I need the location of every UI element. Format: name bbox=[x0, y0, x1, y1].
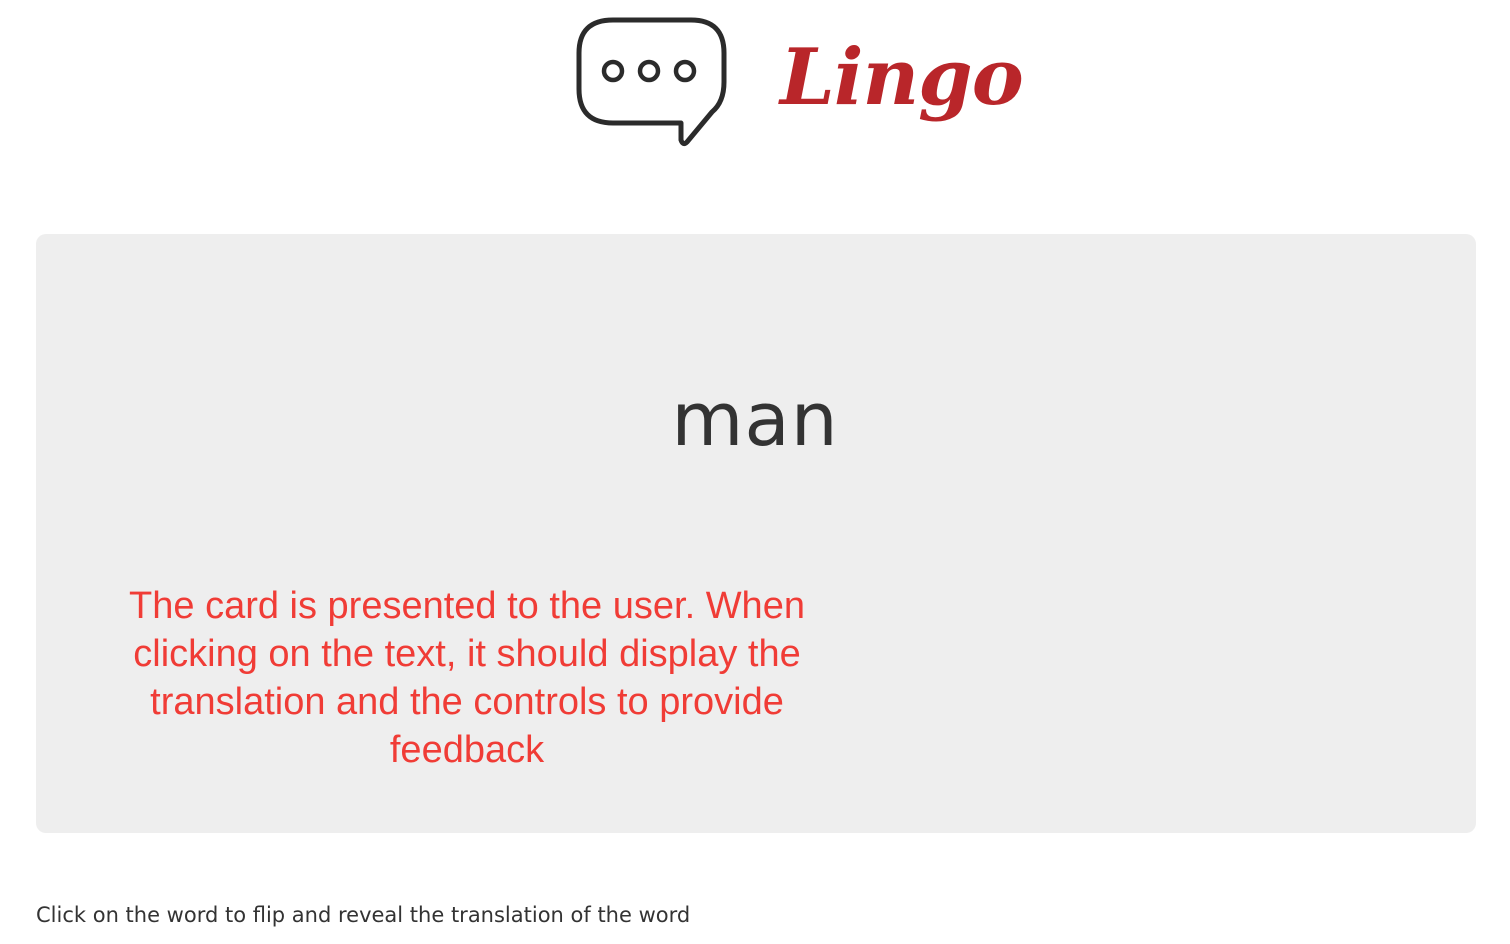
flip-hint: Click on the word to flip and reveal the… bbox=[36, 903, 691, 927]
card-word[interactable]: man bbox=[0, 370, 1510, 470]
app-header: Lingo bbox=[0, 0, 1510, 160]
app-logo-text: Lingo bbox=[780, 32, 1024, 123]
speech-bubble-icon bbox=[576, 17, 727, 147]
card-annotation: The card is presented to the user. When … bbox=[129, 585, 805, 771]
